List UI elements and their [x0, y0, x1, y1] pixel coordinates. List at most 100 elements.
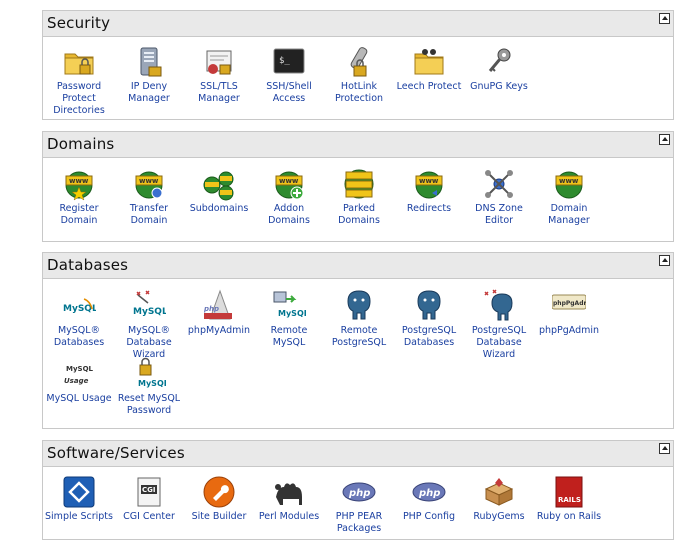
icon-grid: MySQL MySQL® Databases MySQL MySQL® Data… — [43, 279, 673, 427]
phpmyadmin-icon: php — [203, 289, 232, 320]
item-label: Remote PostgreSQL — [331, 325, 387, 348]
item-label: PostgreSQL Databases — [401, 325, 457, 348]
redirects-link[interactable]: www Redirects — [393, 167, 465, 215]
collapse-icon[interactable] — [659, 255, 670, 266]
ruby-on-rails-link[interactable]: RAILS Ruby on Rails — [533, 475, 605, 523]
icon-grid: www Register Domain www Transfer Domain — [43, 158, 673, 240]
item-label: DNS Zone Editor — [475, 203, 523, 226]
item-label: MySQL® Database Wizard — [126, 325, 172, 360]
section-domains: Domains www Register Domain www Transfer… — [42, 131, 674, 242]
collapse-icon[interactable] — [659, 13, 670, 24]
svg-text:php: php — [203, 305, 219, 313]
ssl-tls-manager-link[interactable]: SSL/TLS Manager — [183, 45, 255, 105]
icon-grid: Password Protect Directories IP Deny Man… — [43, 37, 673, 117]
postgresql-icon — [417, 290, 441, 320]
gnupg-keys-link[interactable]: GnuPG Keys — [463, 45, 535, 93]
postgresql-database-wizard-link[interactable]: PostgreSQL Database Wizard — [463, 289, 535, 361]
cgi-center-link[interactable]: CGI CGI Center — [113, 475, 185, 523]
globe-star-icon: www — [65, 171, 93, 201]
perl-modules-link[interactable]: Perl Modules — [253, 475, 325, 523]
php-config-link[interactable]: php PHP Config — [393, 475, 465, 523]
mysql-remote-icon: MySQL — [273, 291, 306, 318]
mysql-databases-link[interactable]: MySQL MySQL® Databases — [43, 289, 115, 349]
item-label: SSL/TLS Manager — [198, 81, 240, 104]
section-header: Domains — [43, 132, 673, 158]
item-label: Addon Domains — [268, 203, 310, 226]
svg-text:Usage: Usage — [64, 377, 89, 385]
item-label: Remote MySQL — [270, 325, 308, 348]
svg-text:www: www — [419, 177, 439, 185]
item-label: phpMyAdmin — [187, 325, 251, 336]
hotlink-protection-link[interactable]: HotLink Protection — [323, 45, 395, 105]
rails-icon: RAILS — [555, 476, 583, 508]
svg-text:www: www — [139, 177, 159, 185]
leech-protect-link[interactable]: Leech Protect — [393, 45, 465, 93]
cgi-icon: CGI — [137, 477, 161, 507]
svg-text:CGI: CGI — [142, 486, 156, 494]
globe-redirect-icon: www — [415, 171, 443, 199]
item-label: Redirects — [406, 203, 452, 214]
item-label: CGI Center — [123, 511, 175, 522]
register-domain-link[interactable]: www Register Domain — [43, 167, 115, 227]
svg-text:www: www — [69, 177, 89, 185]
svg-text:MySQL: MySQL — [133, 307, 166, 317]
icon-grid: Simple Scripts CGI CGI Center Site Build… — [43, 467, 673, 541]
remote-postgresql-link[interactable]: Remote PostgreSQL — [323, 289, 395, 349]
postgresql-icon — [347, 290, 371, 320]
hotlink-lock-icon — [350, 47, 368, 77]
item-label: HotLink Protection — [334, 81, 384, 104]
site-builder-icon — [203, 476, 235, 508]
mysql-usage-link[interactable]: MySQL Usage MySQL Usage — [43, 357, 115, 405]
php-pear-packages-link[interactable]: php PHP PEAR Packages — [323, 475, 395, 535]
domain-manager-link[interactable]: www Domain Manager — [533, 167, 605, 227]
server-deny-icon — [140, 47, 162, 77]
item-label: Site Builder — [191, 511, 247, 522]
mysql-wizard-icon: MySQL — [133, 290, 166, 317]
svg-text:MySQL: MySQL — [278, 309, 306, 318]
section-title: Software/Services — [47, 444, 185, 462]
password-protect-directories-link[interactable]: Password Protect Directories — [43, 45, 115, 117]
section-software-services: Software/Services Simple Scripts CGI CGI… — [42, 440, 674, 540]
item-label: Register Domain — [59, 203, 99, 226]
globes-icon — [203, 171, 234, 201]
reset-mysql-password-link[interactable]: MySQL Reset MySQL Password — [113, 357, 185, 417]
simple-scripts-icon — [63, 476, 95, 508]
rubygems-link[interactable]: RubyGems — [463, 475, 535, 523]
perl-camel-icon — [275, 483, 302, 505]
ip-deny-manager-link[interactable]: IP Deny Manager — [113, 45, 185, 105]
site-builder-link[interactable]: Site Builder — [183, 475, 255, 523]
svg-text:phpPgAdmin: phpPgAdmin — [553, 300, 586, 307]
phppgadmin-link[interactable]: phpPgAdmin phpPgAdmin — [533, 289, 605, 337]
svg-text:MySQL: MySQL — [66, 365, 94, 373]
gem-box-icon — [484, 478, 514, 506]
svg-text:php: php — [348, 488, 370, 499]
section-title: Domains — [47, 135, 115, 153]
remote-mysql-link[interactable]: MySQL Remote MySQL — [253, 289, 325, 349]
postgresql-databases-link[interactable]: PostgreSQL Databases — [393, 289, 465, 349]
mysql-database-wizard-link[interactable]: MySQL MySQL® Database Wizard — [113, 289, 185, 361]
simple-scripts-link[interactable]: Simple Scripts — [43, 475, 115, 523]
addon-domains-link[interactable]: www Addon Domains — [253, 167, 325, 227]
globe-transfer-icon: www — [135, 171, 163, 199]
item-label: phpPgAdmin — [538, 325, 600, 336]
svg-text:$_: $_ — [279, 56, 290, 66]
dns-zone-editor-link[interactable]: DNS Zone Editor — [463, 167, 535, 227]
ssh-shell-access-link[interactable]: $_ SSH/Shell Access — [253, 45, 325, 105]
item-label: Transfer Domain — [129, 203, 169, 226]
globe-add-icon: www — [275, 171, 304, 200]
ssl-certificate-icon — [206, 50, 232, 75]
postgresql-wizard-icon — [484, 289, 513, 321]
transfer-domain-link[interactable]: www Transfer Domain — [113, 167, 185, 227]
svg-text:RAILS: RAILS — [558, 496, 581, 504]
item-label: Reset MySQL Password — [117, 393, 181, 416]
dns-network-icon — [485, 170, 513, 198]
section-databases: Databases MySQL MySQL® Databases MySQL M… — [42, 252, 674, 429]
phpmyadmin-link[interactable]: php phpMyAdmin — [183, 289, 255, 337]
svg-text:www: www — [559, 177, 579, 185]
parked-domains-link[interactable]: Parked Domains — [323, 167, 395, 227]
subdomains-link[interactable]: Subdomains — [183, 167, 255, 215]
mysql-lock-icon: MySQL — [138, 357, 166, 388]
collapse-icon[interactable] — [659, 134, 670, 145]
section-security: Security Password Protect Directories IP… — [42, 10, 674, 120]
collapse-icon[interactable] — [659, 443, 670, 454]
